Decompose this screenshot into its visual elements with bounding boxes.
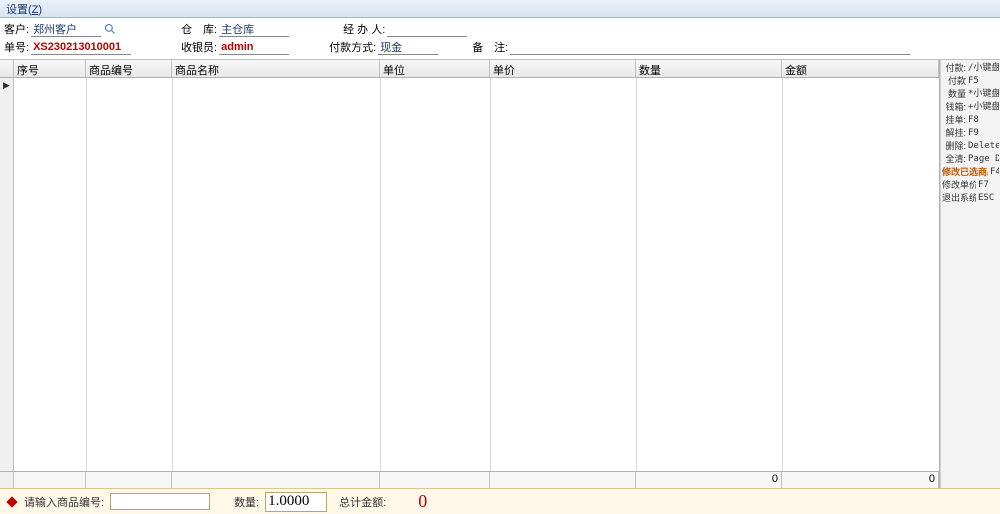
col-name[interactable]: 商品名称	[172, 60, 380, 77]
shortcut-row: 全清:Page Down	[942, 153, 999, 166]
cashier-label: 收银员:	[181, 39, 217, 55]
shortcut-row: 付款:/小键盘	[942, 62, 999, 75]
cashier-input	[219, 40, 289, 55]
product-code-input[interactable]	[110, 493, 210, 510]
shortcut-row: 数量*小键盘	[942, 88, 999, 101]
current-row-arrow-icon: ▶	[3, 80, 10, 91]
col-unit[interactable]: 单位	[380, 60, 490, 77]
qty-input[interactable]	[265, 492, 327, 512]
remark-label: 备 注:	[472, 39, 508, 55]
menu-settings[interactable]: 设置(Z)	[6, 1, 42, 17]
grid-footer: 0 0	[0, 471, 939, 488]
handler-input[interactable]	[387, 22, 467, 37]
warehouse-input[interactable]	[219, 22, 289, 37]
grid-body[interactable]: ▶	[0, 78, 939, 471]
data-grid[interactable]: 序号 商品编号 商品名称 单位 单价 数量 金额 ▶	[0, 60, 940, 488]
customer-input[interactable]	[31, 22, 101, 37]
footer-amount-total: 0	[782, 472, 939, 488]
col-price[interactable]: 单价	[490, 60, 636, 77]
col-code[interactable]: 商品编号	[86, 60, 172, 77]
shortcut-row: 修改单价:F7	[942, 179, 999, 192]
docno-label: 单号:	[4, 39, 29, 55]
col-amount[interactable]: 金额	[782, 60, 939, 77]
shortcut-row: 付款F5	[942, 75, 999, 88]
total-value: 0	[418, 491, 427, 512]
diamond-icon	[6, 496, 17, 507]
form-panel: 客户: 仓 库: 经 办 人: 单号: 收银员: 付款方式: 备 注:	[0, 18, 1000, 60]
footer-qty-total: 0	[636, 472, 782, 488]
remark-input[interactable]	[510, 40, 910, 55]
shortcut-row: 修改已选商品数量F4	[942, 166, 999, 179]
row-indicator: ▶	[0, 78, 14, 471]
shortcut-row: 钱箱:+小键盘	[942, 101, 999, 114]
col-seq[interactable]: 序号	[14, 60, 86, 77]
col-qty[interactable]: 数量	[636, 60, 782, 77]
shortcut-row: 退出系统:ESC	[942, 192, 999, 205]
paytype-label: 付款方式:	[329, 39, 376, 55]
code-prompt: 请输入商品编号:	[24, 494, 104, 510]
bottom-bar: 请输入商品编号: 数量: 总计金额: 0	[0, 488, 1000, 514]
total-label: 总计金额:	[339, 494, 386, 510]
grid-header: 序号 商品编号 商品名称 单位 单价 数量 金额	[0, 60, 939, 78]
grid-cells[interactable]	[14, 78, 939, 471]
docno-input	[31, 40, 131, 55]
shortcut-row: 解挂:F9	[942, 127, 999, 140]
shortcut-row: 挂单:F8	[942, 114, 999, 127]
warehouse-label: 仓 库:	[181, 21, 217, 37]
menubar: 设置(Z)	[0, 0, 1000, 18]
search-icon[interactable]	[103, 22, 117, 36]
qty-label: 数量:	[234, 494, 259, 510]
handler-label: 经 办 人:	[343, 21, 385, 37]
paytype-input[interactable]	[378, 40, 438, 55]
shortcut-panel: 付款:/小键盘 付款F5 数量*小键盘 钱箱:+小键盘 挂单:F8 解挂:F9 …	[940, 60, 1000, 488]
shortcut-row: 删除:Delete	[942, 140, 999, 153]
customer-label: 客户:	[4, 21, 29, 37]
